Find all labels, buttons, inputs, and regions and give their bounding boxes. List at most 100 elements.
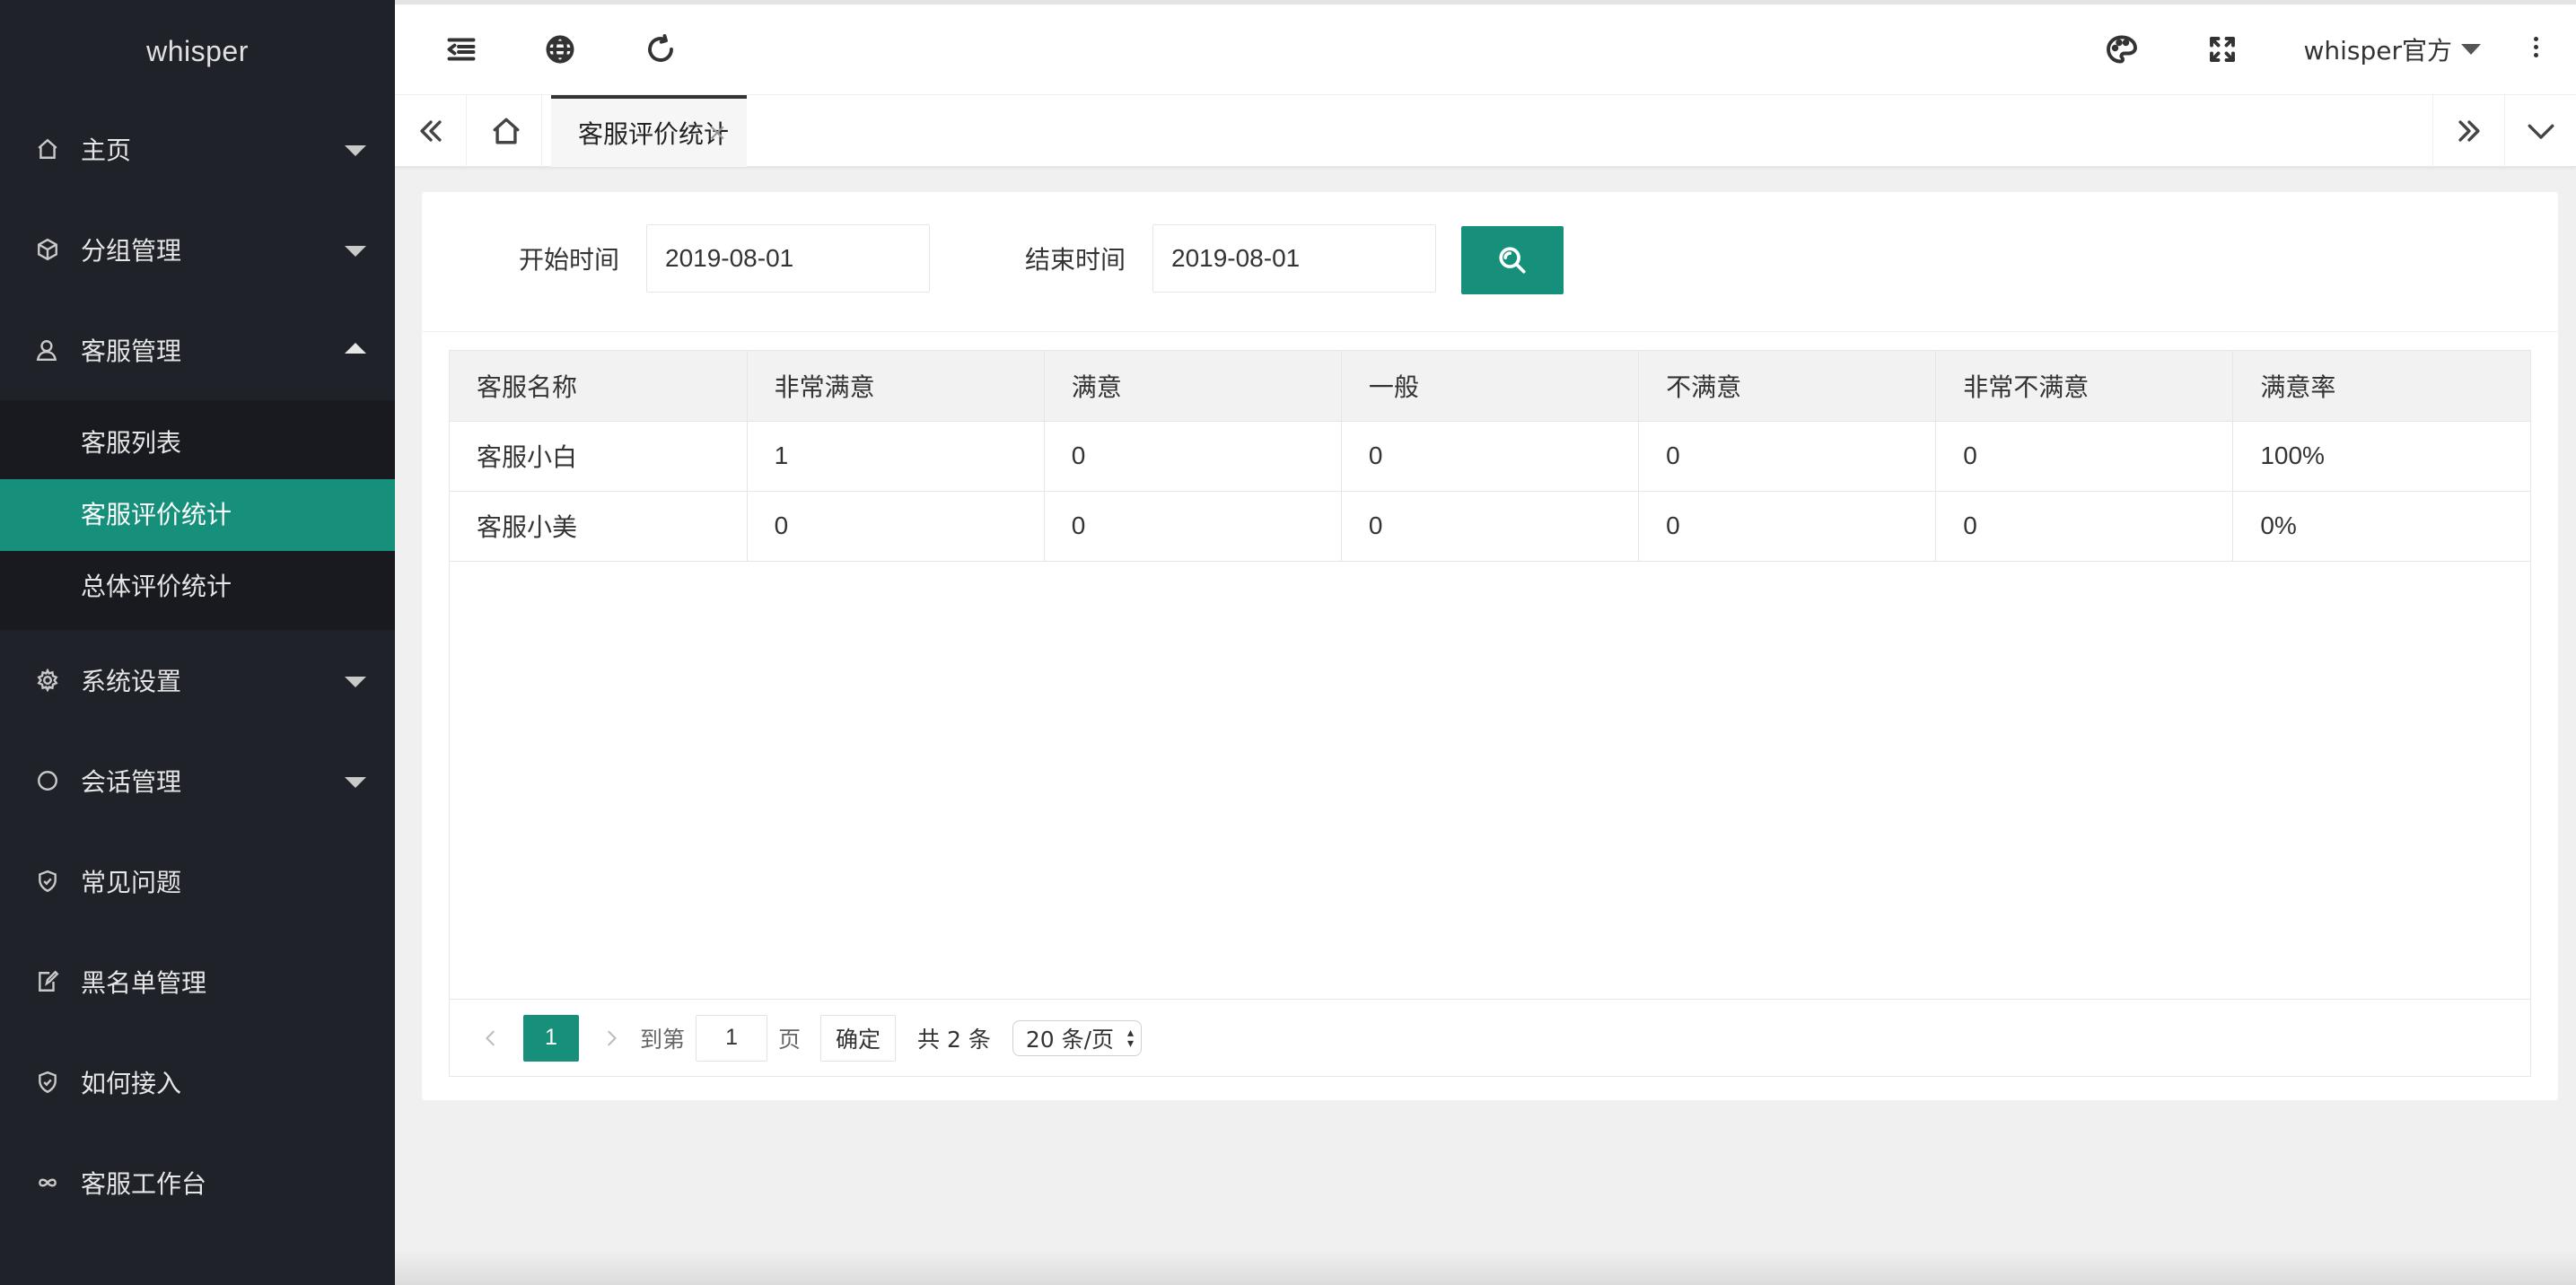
table-cell: 0: [1638, 421, 1937, 492]
tab-agent-rating-stats[interactable]: 客服评价统计 ×: [551, 95, 747, 167]
page-size-value: 20 条/页: [1025, 1026, 1115, 1053]
sidebar-item-label: 分组管理: [81, 236, 182, 266]
goto-label: 到第: [640, 1026, 686, 1053]
table-cell: 0: [1935, 491, 2234, 562]
chevron-up-icon: [345, 343, 366, 354]
theme-palette-icon[interactable]: [2106, 33, 2138, 66]
search-button[interactable]: [1461, 226, 1564, 294]
circle-icon: [36, 769, 59, 792]
sidebar-item-label: 黑名单管理: [81, 968, 207, 998]
sidebar-item-workbench[interactable]: 客服工作台: [0, 1132, 395, 1233]
shield-check-icon: [36, 1071, 59, 1094]
col-neutral: 一般: [1341, 351, 1640, 422]
refresh-icon[interactable]: [644, 33, 677, 66]
table-cell: 0: [1341, 421, 1640, 492]
chevron-down-icon: [345, 777, 366, 788]
goto-confirm-button[interactable]: 确定: [820, 1014, 897, 1062]
chevron-down-icon: [345, 246, 366, 257]
gear-icon: [36, 669, 59, 692]
start-time-label: 开始时间: [519, 245, 620, 275]
table-cell: 客服小白: [450, 421, 748, 492]
user-menu[interactable]: whisper官方: [2303, 31, 2481, 67]
next-page-icon[interactable]: [593, 1020, 629, 1056]
table-cell: 0: [1044, 421, 1342, 492]
fullscreen-icon[interactable]: [2206, 33, 2239, 66]
tabs-menu-chevron-down-icon[interactable]: [2504, 95, 2576, 167]
page-suffix-label: 页: [778, 1026, 802, 1053]
tabs-scroll-right-icon[interactable]: [2432, 95, 2504, 167]
sidebar-item-label: 系统设置: [81, 667, 182, 696]
tabs-scroll-left-icon[interactable]: [395, 95, 467, 167]
table-cell: 100%: [2232, 421, 2530, 492]
filter-row: 开始时间 结束时间: [422, 192, 2558, 332]
start-time-input[interactable]: [646, 224, 930, 293]
col-agent-name: 客服名称: [450, 351, 748, 422]
user-name: whisper官方: [2303, 36, 2452, 66]
table-cell: 0: [1341, 491, 1640, 562]
table-header-row: 客服名称 非常满意 满意 一般 不满意 非常不满意 满意率: [450, 351, 2530, 422]
sidebar-subitem-agent-rating-stats[interactable]: 客服评价统计: [0, 479, 395, 551]
infinity-icon: [36, 1171, 59, 1194]
sidebar-item-label: 主页: [81, 135, 132, 165]
goto-page-input[interactable]: [696, 1014, 768, 1062]
user-icon: [36, 338, 59, 362]
sidebar-item-label: 客服工作台: [81, 1169, 207, 1199]
home-tab-icon[interactable]: [470, 95, 542, 167]
sidebar-item-faq[interactable]: 常见问题: [0, 831, 395, 931]
sidebar-subitem-agent-list[interactable]: 客服列表: [0, 407, 395, 479]
table-row: 客服小美 0 0 0 0 0 0%: [450, 491, 2530, 562]
prev-page-icon[interactable]: [473, 1020, 509, 1056]
end-time-input[interactable]: [1152, 224, 1436, 293]
chevron-down-icon: [345, 145, 366, 156]
sidebar-item-groups[interactable]: 分组管理: [0, 199, 395, 300]
table-cell: 客服小美: [450, 491, 748, 562]
sidebar-item-integration[interactable]: 如何接入: [0, 1032, 395, 1132]
sidebar-item-label: 会话管理: [81, 767, 182, 797]
more-vertical-icon[interactable]: [2531, 33, 2540, 66]
edit-icon: [36, 970, 59, 993]
sidebar: whisper 主页 分组管理 客服管理 客服列表 客服评价统计 总体评价统计 …: [0, 0, 395, 1285]
sidebar-item-blacklist[interactable]: 黑名单管理: [0, 931, 395, 1032]
table-cell: 0: [1935, 421, 2234, 492]
app-logo[interactable]: whisper: [0, 0, 395, 99]
tab-label: 客服评价统计: [578, 119, 730, 149]
data-table: 客服名称 非常满意 满意 一般 不满意 非常不满意 满意率 客服小白 1 0 0…: [450, 351, 2530, 562]
select-arrows-icon: ▴ ▾: [1127, 1025, 1135, 1051]
cube-icon: [36, 238, 59, 261]
sidebar-item-settings[interactable]: 系统设置: [0, 630, 395, 730]
sidebar-item-label: 常见问题: [81, 868, 182, 897]
sidebar-item-label: 如何接入: [81, 1069, 182, 1098]
page-number-current[interactable]: 1: [523, 1014, 579, 1062]
collapse-menu-icon[interactable]: [445, 33, 478, 66]
col-satisfaction-rate: 满意率: [2232, 351, 2530, 422]
agents-submenu: 客服列表 客服评价统计 总体评价统计: [0, 400, 395, 630]
sidebar-item-home[interactable]: 主页: [0, 99, 395, 199]
caret-down-icon: [2461, 44, 2481, 55]
pagination: 1 到第 页 确定 共 2 条 20 条/页 ▴▾: [450, 999, 2530, 1076]
table-cell: 0%: [2232, 491, 2530, 562]
table-cell: 0: [747, 491, 1045, 562]
sidebar-item-label: 客服管理: [81, 337, 182, 366]
bottom-shadow: [395, 1249, 2576, 1285]
table-cell: 0: [1044, 491, 1342, 562]
top-header: whisper官方: [395, 0, 2576, 95]
table-cell: 0: [1638, 491, 1937, 562]
search-icon: [1497, 245, 1528, 275]
home-icon: [36, 137, 59, 161]
sidebar-subitem-overall-rating-stats[interactable]: 总体评价统计: [0, 551, 395, 623]
rating-stats-table: 客服名称 非常满意 满意 一般 不满意 非常不满意 满意率 客服小白 1 0 0…: [449, 350, 2531, 1077]
col-very-satisfied: 非常满意: [747, 351, 1045, 422]
page-size-select[interactable]: 20 条/页 ▴ ▾: [1012, 1019, 1143, 1056]
chevron-down-icon: [345, 677, 366, 687]
sidebar-item-sessions[interactable]: 会话管理: [0, 730, 395, 831]
shield-icon: [36, 870, 59, 893]
tab-bar: 客服评价统计 ×: [395, 95, 2576, 167]
total-count: 共 2 条: [917, 1026, 991, 1053]
table-cell: 1: [747, 421, 1045, 492]
close-icon[interactable]: ×: [707, 119, 727, 146]
end-time-label: 结束时间: [1025, 245, 1126, 275]
sidebar-item-agents[interactable]: 客服管理: [0, 300, 395, 400]
col-satisfied: 满意: [1044, 351, 1342, 422]
col-very-dissatisfied: 非常不满意: [1935, 351, 2234, 422]
globe-icon[interactable]: [544, 33, 576, 66]
